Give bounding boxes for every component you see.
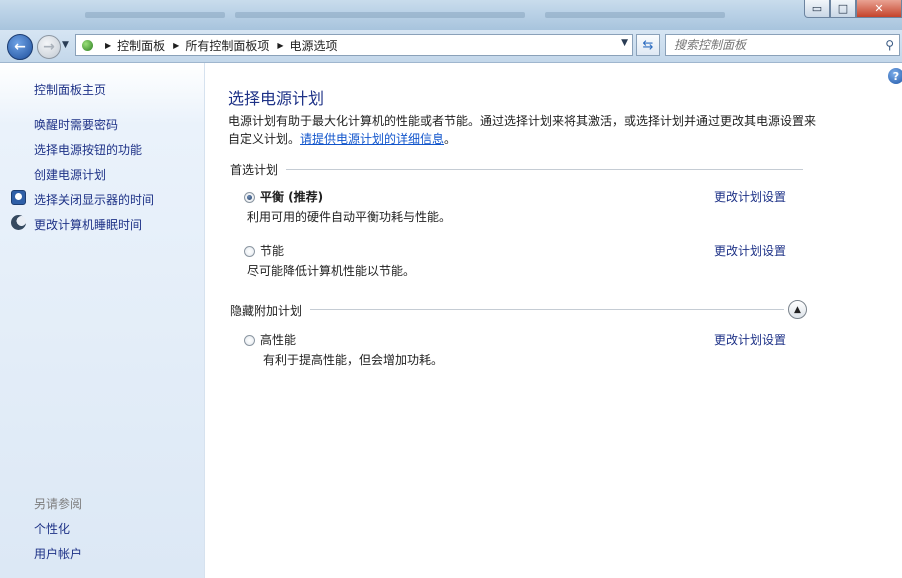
display-clock-icon (11, 190, 26, 205)
minimize-button[interactable]: ▭ (804, 0, 830, 18)
title-bar: ▭ □ ✕ (0, 0, 902, 30)
section-divider (310, 309, 784, 310)
breadcrumb-arrow-icon[interactable]: ▶ (277, 41, 283, 50)
breadcrumb-arrow-icon[interactable]: ▶ (105, 41, 111, 50)
power-saver-change-settings-link[interactable]: 更改计划设置 (714, 242, 786, 259)
collapse-hidden-plans-button[interactable]: ▲ (788, 300, 807, 319)
sleep-moon-icon (11, 215, 26, 230)
high-performance-change-settings-link[interactable]: 更改计划设置 (714, 331, 786, 348)
high-performance-plan-description: 有利于提高性能，但会增加功耗。 (263, 353, 444, 367)
balanced-change-settings-link[interactable]: 更改计划设置 (714, 188, 786, 205)
refresh-button[interactable]: ⇆ (636, 34, 660, 56)
preferred-plans-heading: 首选计划 (230, 163, 279, 177)
sidebar-item-control-panel-home[interactable]: 控制面板主页 (34, 81, 106, 98)
title-bar-ghost (235, 12, 525, 18)
chevron-up-icon: ▲ (794, 304, 801, 315)
close-button[interactable]: ✕ (856, 0, 902, 18)
sidebar-item-require-password[interactable]: 唤醒时需要密码 (34, 116, 118, 133)
sidebar-item-user-accounts[interactable]: 用户帐户 (34, 545, 82, 562)
refresh-icon: ⇆ (642, 37, 654, 53)
sidebar-item-create-plan[interactable]: 创建电源计划 (34, 166, 106, 183)
sidebar-item-power-buttons[interactable]: 选择电源按钮的功能 (34, 141, 142, 158)
power-saver-plan-name[interactable]: 节能 (260, 242, 284, 259)
page-title: 选择电源计划 (228, 89, 325, 108)
power-saver-plan-description: 尽可能降低计算机性能以节能。 (247, 264, 416, 278)
balanced-plan-radio[interactable] (244, 192, 255, 203)
high-performance-plan-radio[interactable] (244, 335, 255, 346)
sidebar-item-display-off[interactable]: 选择关闭显示器的时间 (34, 191, 154, 208)
plan-details-link[interactable]: 请提供电源计划的详细信息 (300, 132, 444, 146)
breadcrumb-power-options[interactable]: 电源选项 (290, 37, 338, 54)
help-icon[interactable]: ? (888, 68, 902, 84)
forward-arrow-icon: → (43, 39, 55, 55)
hidden-plans-heading: 隐藏附加计划 (230, 304, 303, 318)
title-bar-ghost (85, 12, 225, 18)
title-bar-ghost (545, 12, 725, 18)
chevron-down-icon: ▼ (62, 40, 69, 50)
forward-button[interactable]: → (37, 35, 61, 59)
balanced-plan-description: 利用可用的硬件自动平衡功耗与性能。 (247, 210, 452, 224)
power-saver-plan-radio[interactable] (244, 246, 255, 257)
recent-pages-dropdown[interactable]: ▼ (62, 40, 69, 50)
description-end: 。 (444, 132, 457, 146)
breadcrumb-all-items[interactable]: 所有控制面板项 (185, 37, 269, 54)
breadcrumb-control-panel[interactable]: 控制面板 (117, 37, 165, 54)
high-performance-plan-name[interactable]: 高性能 (260, 331, 296, 348)
address-dropdown-icon[interactable]: ▼ (621, 38, 628, 48)
see-also-heading: 另请参阅 (34, 497, 83, 511)
breadcrumb-arrow-icon[interactable]: ▶ (173, 41, 179, 50)
search-icon[interactable]: ⚲ (885, 38, 894, 52)
page-description: 电源计划有助于最大化计算机的性能或者节能。通过选择计划来将其激活，或选择计划并通… (228, 112, 818, 148)
section-divider (286, 169, 803, 170)
navigation-toolbar: ← → ▼ ▶ 控制面板 ▶ 所有控制面板项 ▶ 电源选项 ▼ ⇆ ⚲ (0, 30, 902, 63)
maximize-button[interactable]: □ (830, 0, 856, 18)
window-controls: ▭ □ ✕ (804, 0, 902, 18)
address-bar[interactable]: ▶ 控制面板 ▶ 所有控制面板项 ▶ 电源选项 ▼ (75, 34, 633, 56)
control-panel-icon (79, 37, 97, 53)
back-arrow-icon: ← (14, 39, 26, 55)
balanced-plan-name[interactable]: 平衡 (推荐) (260, 188, 323, 205)
search-input[interactable] (674, 38, 874, 52)
sidebar-item-personalization[interactable]: 个性化 (34, 520, 70, 537)
sidebar-item-sleep-time[interactable]: 更改计算机睡眠时间 (34, 216, 142, 233)
back-button[interactable]: ← (7, 34, 33, 60)
sidebar: 控制面板主页 唤醒时需要密码 选择电源按钮的功能 创建电源计划 选择关闭显示器的… (0, 63, 205, 578)
search-box[interactable]: ⚲ (665, 34, 900, 56)
